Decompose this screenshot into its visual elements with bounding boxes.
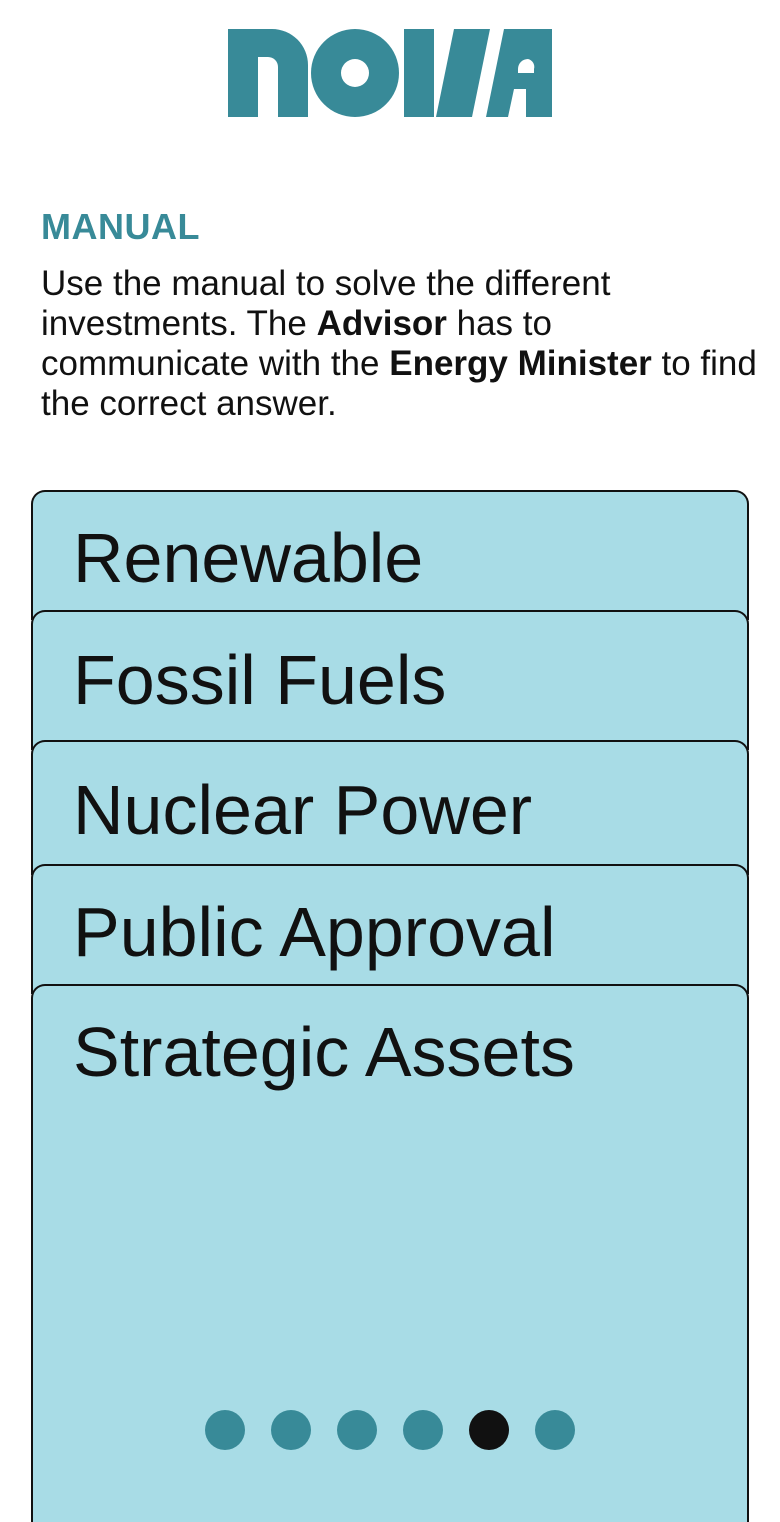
pagination-dot-active[interactable] xyxy=(469,1410,509,1450)
pagination-dot[interactable] xyxy=(205,1410,245,1450)
tab-renewable[interactable]: Renewable xyxy=(31,490,749,620)
pagination-dot[interactable] xyxy=(403,1410,443,1450)
nova-logo xyxy=(228,29,552,117)
tab-public-approval[interactable]: Public Approval xyxy=(31,864,749,994)
pagination-dot[interactable] xyxy=(535,1410,575,1450)
tab-nuclear-power[interactable]: Nuclear Power xyxy=(31,740,749,875)
manual-instructions: Use the manual to solve the different in… xyxy=(41,264,761,424)
energy-minister-role: Energy Minister xyxy=(389,344,652,383)
tab-strategic-assets[interactable]: Strategic Assets xyxy=(31,984,749,1522)
tab-label: Nuclear Power xyxy=(73,771,533,849)
manual-title: MANUAL xyxy=(41,206,200,247)
tab-fossil-fuels[interactable]: Fossil Fuels xyxy=(31,610,749,750)
tab-label: Public Approval xyxy=(73,893,556,971)
tab-label: Fossil Fuels xyxy=(73,641,447,719)
tab-label: Renewable xyxy=(73,519,424,597)
pagination-dots xyxy=(33,1410,747,1450)
pagination-dot[interactable] xyxy=(337,1410,377,1450)
manual-screen: MANUAL Use the manual to solve the diffe… xyxy=(0,0,780,1522)
pagination-dot[interactable] xyxy=(271,1410,311,1450)
advisor-role: Advisor xyxy=(316,304,447,343)
tab-label: Strategic Assets xyxy=(73,1013,575,1091)
